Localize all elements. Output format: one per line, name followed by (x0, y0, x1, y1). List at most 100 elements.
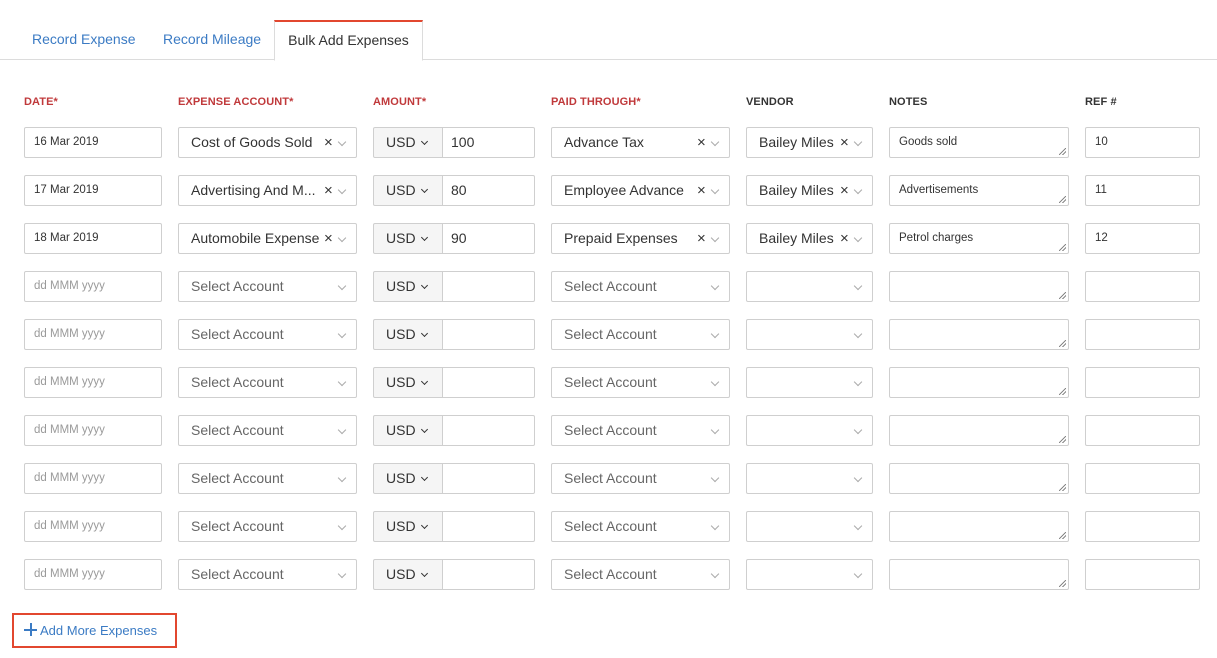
resize-handle-icon[interactable] (1059, 532, 1066, 539)
paid-through-select[interactable]: Employee Advance × (551, 175, 730, 206)
ref-input[interactable] (1085, 271, 1200, 302)
chevron-down-icon[interactable] (710, 281, 720, 291)
clear-icon[interactable]: × (840, 128, 849, 157)
chevron-down-icon[interactable] (420, 425, 429, 434)
currency-select[interactable]: USD (373, 415, 443, 446)
notes-textarea[interactable] (889, 319, 1069, 350)
expense-account-select[interactable]: Select Account (178, 319, 357, 350)
amount-input[interactable] (442, 463, 535, 494)
date-input[interactable]: dd MMM yyyy (24, 559, 162, 590)
chevron-down-icon[interactable] (420, 329, 429, 338)
chevron-down-icon[interactable] (710, 569, 720, 579)
date-input[interactable]: dd MMM yyyy (24, 367, 162, 398)
amount-input[interactable] (442, 415, 535, 446)
clear-icon[interactable]: × (697, 224, 706, 253)
resize-handle-icon[interactable] (1059, 292, 1066, 299)
tab-bulk-add-expenses[interactable]: Bulk Add Expenses (274, 20, 423, 61)
paid-through-select[interactable]: Select Account (551, 511, 730, 542)
chevron-down-icon[interactable] (710, 377, 720, 387)
vendor-select[interactable]: Bailey Miles × (746, 223, 873, 254)
notes-textarea[interactable] (889, 511, 1069, 542)
expense-account-select[interactable]: Select Account (178, 559, 357, 590)
expense-account-select[interactable]: Automobile Expense × (178, 223, 357, 254)
chevron-down-icon[interactable] (853, 233, 863, 243)
chevron-down-icon[interactable] (420, 521, 429, 530)
amount-input[interactable] (442, 367, 535, 398)
chevron-down-icon[interactable] (853, 569, 863, 579)
paid-through-select[interactable]: Select Account (551, 319, 730, 350)
currency-select[interactable]: USD (373, 511, 443, 542)
chevron-down-icon[interactable] (337, 233, 347, 243)
chevron-down-icon[interactable] (710, 329, 720, 339)
chevron-down-icon[interactable] (710, 233, 720, 243)
amount-input[interactable]: 90 (442, 223, 535, 254)
date-input[interactable]: dd MMM yyyy (24, 463, 162, 494)
chevron-down-icon[interactable] (337, 281, 347, 291)
ref-input[interactable] (1085, 511, 1200, 542)
chevron-down-icon[interactable] (420, 233, 429, 242)
chevron-down-icon[interactable] (853, 185, 863, 195)
paid-through-select[interactable]: Advance Tax × (551, 127, 730, 158)
notes-textarea[interactable] (889, 463, 1069, 494)
ref-input[interactable] (1085, 463, 1200, 494)
paid-through-select[interactable]: Select Account (551, 271, 730, 302)
vendor-select[interactable] (746, 319, 873, 350)
resize-handle-icon[interactable] (1059, 484, 1066, 491)
notes-textarea[interactable]: Petrol charges (889, 223, 1069, 254)
clear-icon[interactable]: × (697, 128, 706, 157)
chevron-down-icon[interactable] (853, 521, 863, 531)
paid-through-select[interactable]: Select Account (551, 463, 730, 494)
amount-input[interactable]: 100 (442, 127, 535, 158)
expense-account-select[interactable]: Cost of Goods Sold × (178, 127, 357, 158)
amount-input[interactable]: 80 (442, 175, 535, 206)
date-input[interactable]: 16 Mar 2019 (24, 127, 162, 158)
resize-handle-icon[interactable] (1059, 148, 1066, 155)
ref-input[interactable]: 11 (1085, 175, 1200, 206)
date-input[interactable]: dd MMM yyyy (24, 415, 162, 446)
expense-account-select[interactable]: Select Account (178, 415, 357, 446)
chevron-down-icon[interactable] (710, 137, 720, 147)
vendor-select[interactable] (746, 511, 873, 542)
chevron-down-icon[interactable] (337, 185, 347, 195)
chevron-down-icon[interactable] (420, 473, 429, 482)
notes-textarea[interactable]: Advertisements (889, 175, 1069, 206)
chevron-down-icon[interactable] (853, 137, 863, 147)
notes-textarea[interactable]: Goods sold (889, 127, 1069, 158)
clear-icon[interactable]: × (840, 176, 849, 205)
currency-select[interactable]: USD (373, 319, 443, 350)
chevron-down-icon[interactable] (853, 281, 863, 291)
resize-handle-icon[interactable] (1059, 244, 1066, 251)
chevron-down-icon[interactable] (337, 425, 347, 435)
amount-input[interactable] (442, 271, 535, 302)
vendor-select[interactable]: Bailey Miles × (746, 127, 873, 158)
add-more-expenses-button[interactable]: Add More Expenses (12, 613, 177, 648)
resize-handle-icon[interactable] (1059, 436, 1066, 443)
expense-account-select[interactable]: Advertising And M... × (178, 175, 357, 206)
notes-textarea[interactable] (889, 367, 1069, 398)
chevron-down-icon[interactable] (420, 281, 429, 290)
vendor-select[interactable] (746, 271, 873, 302)
vendor-select[interactable] (746, 367, 873, 398)
ref-input[interactable]: 10 (1085, 127, 1200, 158)
currency-select[interactable]: USD (373, 367, 443, 398)
date-input[interactable]: dd MMM yyyy (24, 319, 162, 350)
amount-input[interactable] (442, 511, 535, 542)
currency-select[interactable]: USD (373, 127, 443, 158)
chevron-down-icon[interactable] (420, 185, 429, 194)
expense-account-select[interactable]: Select Account (178, 367, 357, 398)
ref-input[interactable] (1085, 319, 1200, 350)
date-input[interactable]: 17 Mar 2019 (24, 175, 162, 206)
clear-icon[interactable]: × (324, 176, 333, 205)
resize-handle-icon[interactable] (1059, 196, 1066, 203)
vendor-select[interactable]: Bailey Miles × (746, 175, 873, 206)
chevron-down-icon[interactable] (853, 377, 863, 387)
vendor-select[interactable] (746, 463, 873, 494)
ref-input[interactable]: 12 (1085, 223, 1200, 254)
notes-textarea[interactable] (889, 559, 1069, 590)
paid-through-select[interactable]: Select Account (551, 415, 730, 446)
paid-through-select[interactable]: Prepaid Expenses × (551, 223, 730, 254)
chevron-down-icon[interactable] (420, 137, 429, 146)
paid-through-select[interactable]: Select Account (551, 367, 730, 398)
chevron-down-icon[interactable] (710, 425, 720, 435)
chevron-down-icon[interactable] (337, 377, 347, 387)
